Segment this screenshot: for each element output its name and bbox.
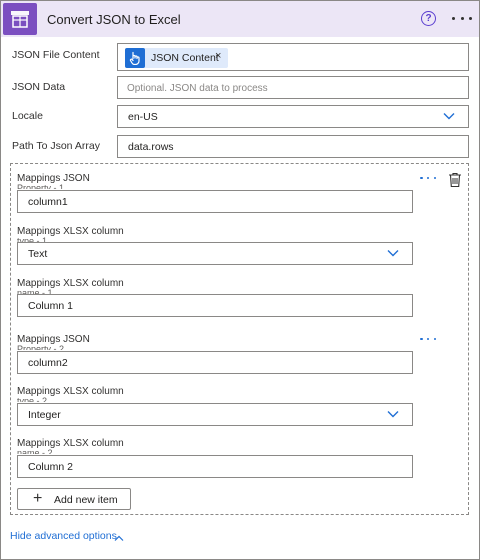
action-card: Convert JSON to Excel ? JSON File Conten… — [0, 0, 480, 560]
json-file-content-label: JSON File Content — [12, 49, 100, 61]
hide-advanced-options-link[interactable]: Hide advanced options — [10, 530, 117, 542]
mapping-2-xlsx-type-label: Mappings XLSX column type - 2 — [17, 386, 124, 402]
more-horizontal-icon[interactable] — [452, 11, 472, 25]
json-data-placeholder: Optional. JSON data to process — [127, 83, 268, 94]
locale-value: en-US — [128, 111, 158, 123]
mapping-item-2-more-icon[interactable] — [420, 336, 436, 342]
mapping-2-xlsx-name-sublabel: name - 2 — [17, 449, 53, 454]
locale-label: Locale — [12, 110, 43, 122]
chevron-down-icon[interactable] — [387, 410, 399, 420]
dynamic-content-token[interactable]: JSON Content × — [125, 48, 228, 68]
mapping-2-json-property-value: column2 — [28, 357, 68, 369]
mapping-2-json-property-input[interactable]: column2 — [17, 351, 413, 374]
add-new-item-button[interactable]: + Add new item — [17, 488, 131, 510]
mapping-1-xlsx-type-label-text: Mappings XLSX column — [17, 226, 124, 237]
json-file-content-field[interactable]: JSON Content × — [117, 43, 469, 71]
delete-trash-icon[interactable] — [448, 172, 462, 188]
chevron-up-icon[interactable] — [114, 531, 124, 541]
mapping-1-json-property-value: column1 — [28, 196, 68, 208]
add-new-item-label: Add new item — [54, 494, 118, 506]
locale-dropdown[interactable]: en-US — [117, 105, 469, 128]
mapping-2-xlsx-name-label-text: Mappings XLSX column — [17, 438, 124, 449]
mapping-2-xlsx-name-label: Mappings XLSX column name - 2 — [17, 438, 124, 454]
action-title: Convert JSON to Excel — [47, 12, 181, 27]
remove-token-icon[interactable]: × — [215, 51, 221, 62]
path-to-json-array-input[interactable]: data.rows — [117, 135, 469, 158]
plus-icon: + — [33, 490, 43, 507]
json-data-input[interactable]: Optional. JSON data to process — [117, 76, 469, 99]
mapping-2-xlsx-name-input[interactable]: Column 2 — [17, 455, 413, 478]
path-to-json-array-label: Path To Json Array — [12, 140, 100, 152]
mapping-1-json-property-label-text: Mappings JSON — [17, 173, 90, 184]
mapping-2-xlsx-type-value: Integer — [28, 409, 61, 421]
mapping-2-json-property-label: Mappings JSON Property - 2 — [17, 334, 90, 350]
help-circle-icon[interactable]: ? — [421, 11, 436, 26]
mapping-1-json-property-label: Mappings JSON Property - 1 — [17, 173, 90, 189]
mapping-1-xlsx-name-value: Column 1 — [28, 300, 73, 312]
chevron-down-icon[interactable] — [387, 249, 399, 259]
mapping-item-1-more-icon[interactable] — [420, 175, 436, 181]
mapping-1-xlsx-name-label: Mappings XLSX column name - 1 — [17, 278, 124, 294]
mapping-2-xlsx-type-sublabel: type - 2 — [17, 397, 48, 402]
mapping-1-xlsx-name-input[interactable]: Column 1 — [17, 294, 413, 317]
mapping-1-json-property-input[interactable]: column1 — [17, 190, 413, 213]
mapping-2-json-property-label-text: Mappings JSON — [17, 334, 90, 345]
mapping-1-json-property-sublabel: Property - 1 — [17, 184, 65, 189]
mapping-2-xlsx-name-value: Column 2 — [28, 461, 73, 473]
hand-pointer-icon — [125, 48, 145, 68]
chevron-down-icon[interactable] — [443, 112, 455, 122]
json-data-label: JSON Data — [12, 81, 66, 93]
mapping-2-xlsx-type-dropdown[interactable]: Integer — [17, 403, 413, 426]
mapping-1-xlsx-type-value: Text — [28, 248, 48, 260]
mapping-1-xlsx-type-dropdown[interactable]: Text — [17, 242, 413, 265]
card-header[interactable]: Convert JSON to Excel ? — [1, 1, 479, 37]
mapping-1-xlsx-type-label: Mappings XLSX column type - 1 — [17, 226, 124, 242]
mapping-1-xlsx-name-label-text: Mappings XLSX column — [17, 278, 124, 289]
path-to-json-array-value: data.rows — [128, 141, 174, 153]
token-label: JSON Content — [151, 52, 219, 64]
mapping-2-xlsx-type-label-text: Mappings XLSX column — [17, 386, 124, 397]
excel-table-icon — [3, 3, 37, 35]
mapping-2-json-property-sublabel: Property - 2 — [17, 345, 65, 350]
